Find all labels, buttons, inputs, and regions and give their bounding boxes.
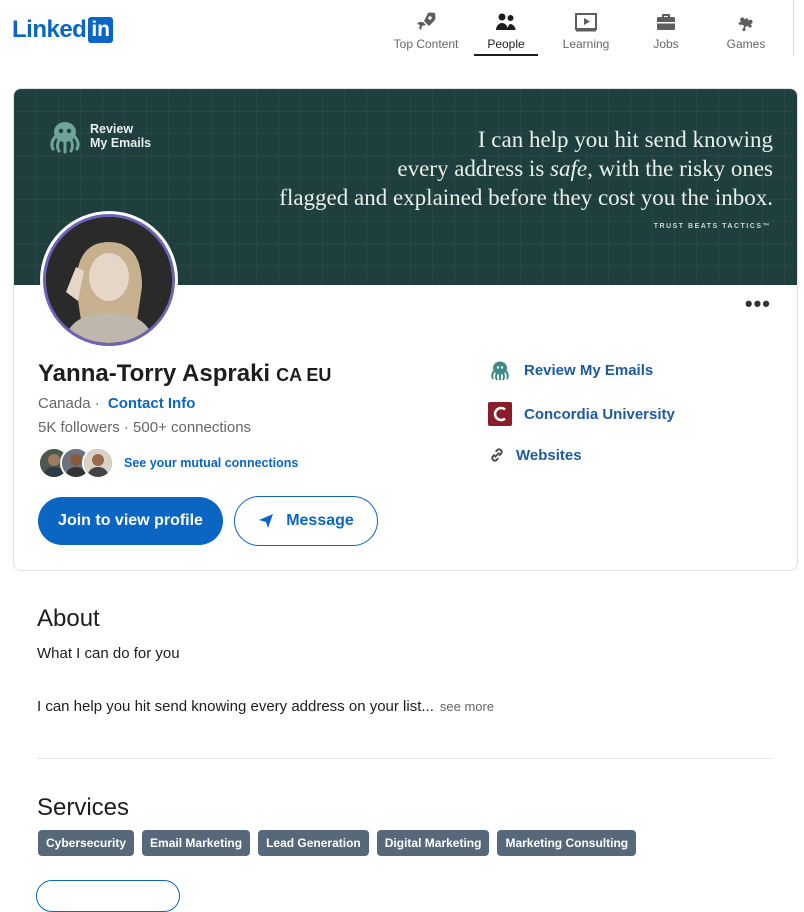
logo-in-box: in	[88, 17, 114, 43]
avatar[interactable]	[40, 211, 178, 349]
quote-emphasis: safe	[550, 156, 588, 181]
nav-label: People	[487, 37, 525, 51]
link-icon	[491, 448, 503, 462]
banner-quote: I can help you hit send knowing every ad…	[279, 125, 773, 212]
nav-label: Learning	[562, 37, 610, 51]
service-chip[interactable]: Lead Generation	[258, 830, 369, 856]
services-heading: Services	[37, 794, 130, 821]
profile-stats: 5K followers · 500+ connections	[38, 419, 251, 436]
rocket-icon	[417, 12, 436, 30]
quote-line-2-pre: every address is	[397, 156, 551, 181]
join-to-view-profile-button[interactable]: Join to view profile	[38, 497, 223, 545]
followers-count: 5K followers	[38, 419, 120, 436]
about-text: I can help you hit send knowing every ad…	[37, 698, 434, 715]
octopus-icon	[491, 361, 509, 381]
mutual-connections-link[interactable]: See your mutual connections	[124, 456, 298, 470]
side-link-label: Review My Emails	[524, 361, 654, 379]
nav-divider	[793, 0, 794, 56]
location-text: Canada	[38, 395, 91, 412]
nav-top-content[interactable]: Top Content	[386, 8, 466, 56]
mutual-avatar	[82, 447, 114, 479]
service-chip[interactable]: Marketing Consulting	[497, 830, 637, 856]
concordia-logo-icon	[488, 402, 512, 426]
puzzle-icon	[738, 17, 753, 32]
nav-people[interactable]: People	[466, 8, 546, 56]
video-icon	[575, 13, 597, 32]
service-chip[interactable]: Digital Marketing	[376, 830, 490, 856]
mutual-connections[interactable]: See your mutual connections	[38, 447, 298, 479]
send-icon	[259, 514, 274, 528]
websites-link[interactable]: Websites	[488, 443, 582, 467]
brand-line-2: My Emails	[90, 136, 152, 150]
quote-line-3: flagged and explained before they cost y…	[279, 185, 773, 210]
about-body: I can help you hit send knowing every ad…	[37, 698, 494, 715]
service-chip[interactable]: Cybersecurity	[38, 830, 135, 856]
top-header: Linked in Top Content People Learning Job…	[0, 0, 804, 60]
nav-learning[interactable]: Learning	[546, 8, 626, 56]
nav-games[interactable]: Games	[706, 8, 786, 56]
briefcase-icon	[657, 14, 675, 30]
separator: ·	[94, 395, 100, 412]
nav-label: Top Content	[393, 37, 459, 51]
side-link-label: Concordia University	[524, 405, 675, 423]
logo-wordmark: Linked	[12, 16, 87, 43]
current-company-link[interactable]: Review My Emails	[488, 358, 653, 382]
main-nav: Top Content People Learning Jobs Games	[386, 8, 786, 56]
education-link[interactable]: Concordia University	[488, 402, 675, 426]
quote-line-2: every address is safe, with the risky on…	[279, 154, 773, 183]
profile-location: Canada · Contact Info	[38, 395, 195, 412]
section-divider	[37, 758, 773, 759]
connections-count: 500+ connections	[133, 419, 252, 436]
linkedin-logo[interactable]: Linked in	[12, 16, 114, 44]
name-text: Yanna-Torry Aspraki	[38, 360, 271, 387]
see-more-button[interactable]: see more	[440, 699, 494, 714]
separator: ·	[123, 419, 129, 436]
partial-button[interactable]	[36, 880, 180, 912]
octopus-icon	[50, 122, 80, 154]
people-icon	[496, 13, 516, 30]
contact-info-link[interactable]: Contact Info	[108, 395, 196, 412]
quote-line-1: I can help you hit send knowing	[477, 127, 773, 152]
name-suffix: CA EU	[276, 365, 332, 385]
brand-name: Review My Emails	[90, 122, 151, 150]
quote-line-2-post: , with the risky ones	[587, 156, 773, 181]
banner-tagline: TRUST BEATS TACTICS™	[653, 223, 771, 230]
nav-jobs[interactable]: Jobs	[626, 8, 706, 56]
about-heading: About	[37, 605, 100, 632]
services-list: Cybersecurity Email Marketing Lead Gener…	[38, 830, 644, 856]
nav-label: Games	[726, 37, 766, 51]
profile-name: Yanna-Torry Aspraki CA EU	[38, 360, 331, 388]
profile-photo	[46, 217, 172, 343]
message-label: Message	[286, 512, 354, 529]
message-button[interactable]: Message	[234, 496, 378, 546]
service-chip[interactable]: Email Marketing	[142, 830, 251, 856]
more-options-button[interactable]: •••	[745, 293, 771, 315]
banner-brand: Review My Emails	[44, 115, 151, 157]
profile-card: Review My Emails I can help you hit send…	[13, 88, 798, 571]
about-subtitle: What I can do for you	[37, 645, 180, 662]
nav-label: Jobs	[653, 37, 679, 51]
brand-line-1: Review	[90, 122, 134, 136]
side-link-label: Websites	[516, 446, 582, 464]
